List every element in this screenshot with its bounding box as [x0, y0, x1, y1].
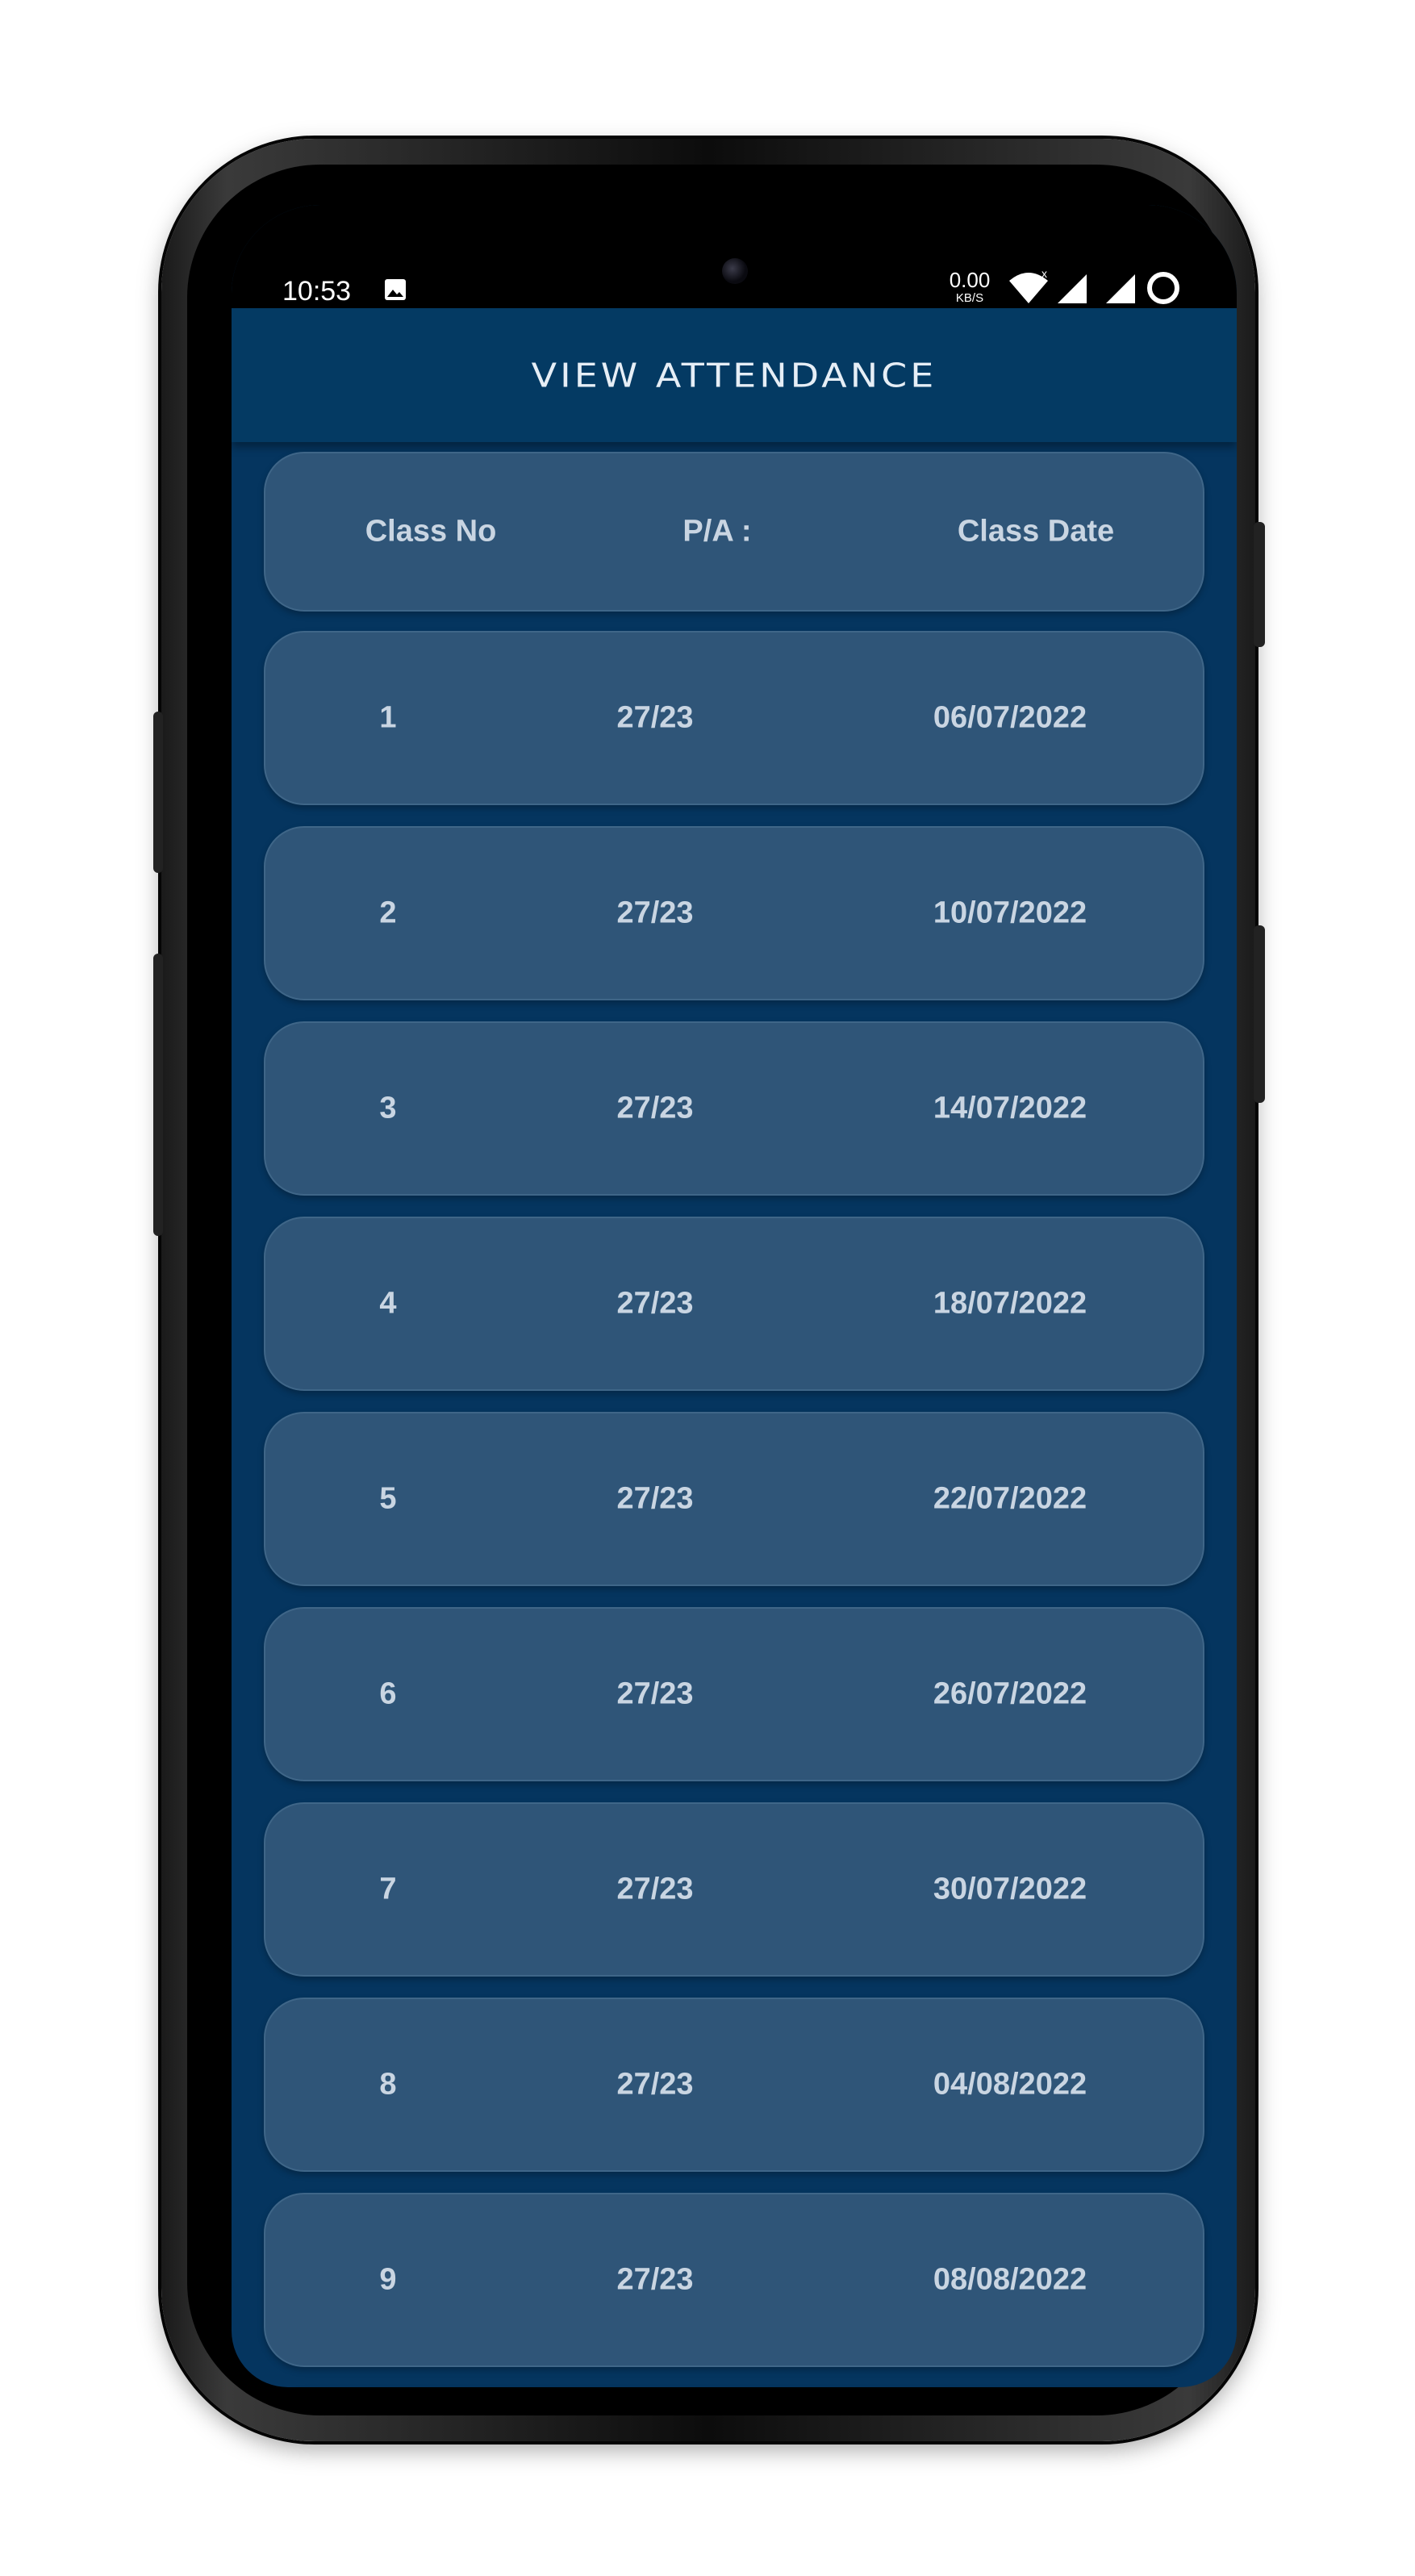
network-speed-unit: KB/S	[955, 291, 984, 305]
row-class-date: 22/07/2022	[933, 1481, 1087, 1516]
signal-icon	[1106, 274, 1135, 303]
signal-icon	[1058, 274, 1087, 303]
row-class-date: 14/07/2022	[933, 1091, 1087, 1125]
row-class-date: 18/07/2022	[933, 1286, 1087, 1321]
volume-button	[153, 954, 163, 1236]
image-icon	[385, 279, 406, 300]
front-camera	[722, 258, 748, 284]
wifi-icon: x	[1009, 269, 1048, 303]
table-row[interactable]: 9 27/23 08/08/2022	[264, 2193, 1204, 2367]
volume-slider-button	[153, 712, 163, 873]
row-class-no: 8	[379, 2067, 397, 2102]
row-class-no: 9	[379, 2262, 397, 2297]
row-class-no: 4	[379, 1286, 397, 1321]
row-pa: 27/23	[616, 1091, 694, 1125]
row-class-date: 26/07/2022	[933, 1676, 1087, 1711]
svg-text:x: x	[1041, 269, 1047, 280]
phone-frame: 10:53 0.00 KB/S x VIEW ATTENDANCE Class …	[153, 139, 1265, 2441]
row-class-date: 04/08/2022	[933, 2067, 1087, 2102]
row-class-date: 10/07/2022	[933, 896, 1087, 930]
table-row[interactable]: 2 27/23 10/07/2022	[264, 826, 1204, 1000]
status-bar: 10:53 0.00 KB/S x	[232, 205, 1237, 334]
row-class-date: 30/07/2022	[933, 1872, 1087, 1906]
row-class-date: 06/07/2022	[933, 700, 1087, 735]
row-pa: 27/23	[616, 2067, 694, 2102]
table-row[interactable]: 3 27/23 14/07/2022	[264, 1021, 1204, 1196]
row-class-no: 2	[379, 896, 397, 930]
table-row[interactable]: 5 27/23 22/07/2022	[264, 1412, 1204, 1586]
row-pa: 27/23	[616, 700, 694, 735]
row-class-no: 5	[379, 1481, 397, 1516]
status-time: 10:53	[282, 276, 352, 307]
alert-slider-button	[1254, 522, 1265, 647]
row-class-no: 7	[379, 1872, 397, 1906]
screen: 10:53 0.00 KB/S x VIEW ATTENDANCE Class …	[232, 205, 1237, 2387]
app-bar: VIEW ATTENDANCE	[232, 308, 1237, 442]
row-pa: 27/23	[616, 1676, 694, 1711]
table-row[interactable]: 8 27/23 04/08/2022	[264, 1998, 1204, 2172]
row-pa: 27/23	[616, 896, 694, 930]
table-row[interactable]: 1 27/23 06/07/2022	[264, 631, 1204, 805]
table-header-row: Class No P/A : Class Date	[264, 452, 1204, 612]
table-row[interactable]: 7 27/23 30/07/2022	[264, 1802, 1204, 1977]
table-row[interactable]: 4 27/23 18/07/2022	[264, 1217, 1204, 1391]
network-speed-value: 0.00	[949, 268, 991, 292]
row-pa: 27/23	[616, 1481, 694, 1516]
table-row[interactable]: 6 27/23 26/07/2022	[264, 1607, 1204, 1781]
network-speed: 0.00 KB/S	[945, 269, 994, 304]
page-title: VIEW ATTENDANCE	[531, 355, 937, 395]
header-class-date: Class Date	[957, 514, 1115, 549]
row-pa: 27/23	[616, 2262, 694, 2297]
header-pa: P/A :	[682, 514, 752, 549]
row-pa: 27/23	[616, 1872, 694, 1906]
row-pa: 27/23	[616, 1286, 694, 1321]
header-class-no: Class No	[365, 514, 497, 549]
row-class-date: 08/08/2022	[933, 2262, 1087, 2297]
battery-ring-icon	[1147, 272, 1179, 304]
row-class-no: 1	[379, 700, 397, 735]
row-class-no: 6	[379, 1676, 397, 1711]
row-class-no: 3	[379, 1091, 397, 1125]
phone-bezel: 10:53 0.00 KB/S x VIEW ATTENDANCE Class …	[187, 165, 1237, 2415]
power-button	[1254, 925, 1265, 1103]
